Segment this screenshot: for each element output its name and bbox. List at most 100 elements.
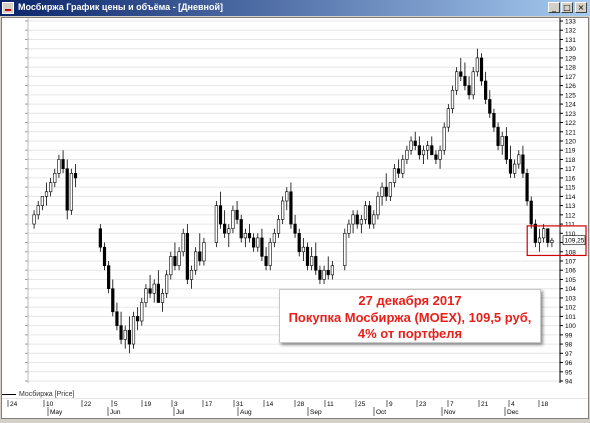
candle-body xyxy=(32,214,36,225)
price-chart[interactable]: 9495969798991001011021031041051061071081… xyxy=(2,18,588,419)
y-tick-label: 122 xyxy=(565,120,576,127)
candle-body xyxy=(430,145,434,156)
y-tick-label: 105 xyxy=(565,277,576,284)
candle-body xyxy=(442,126,446,151)
candle-body xyxy=(305,246,310,266)
candle-body xyxy=(40,196,44,206)
y-tick-label: 115 xyxy=(565,185,576,192)
candle-body xyxy=(36,205,40,216)
candle-body xyxy=(177,251,181,266)
candle-body xyxy=(272,233,276,243)
y-tick-label: 125 xyxy=(565,92,576,99)
x-month-label: Dec xyxy=(507,409,519,416)
candle-body xyxy=(533,223,537,243)
candle-body xyxy=(136,316,140,322)
y-tick-label: 119 xyxy=(565,148,576,155)
candle-body xyxy=(455,71,459,91)
candle-body xyxy=(185,233,189,280)
y-tick-label: 97 xyxy=(565,351,573,358)
x-day-label: 7 xyxy=(450,401,454,408)
candle-body xyxy=(359,219,363,225)
candle-body xyxy=(140,302,144,322)
callout-date: 27 декабря 2017 xyxy=(358,293,462,308)
chart-area[interactable]: 94 95 96 97 98 99 100 101 102 103 104 105 106 107 108 1… xyxy=(1,17,589,419)
candle-body xyxy=(98,228,102,248)
candle-body xyxy=(372,214,376,225)
candle-body xyxy=(314,256,318,271)
x-month-label: Oct xyxy=(376,409,386,416)
y-tick-label: 129 xyxy=(565,55,576,62)
candle-body xyxy=(152,283,156,294)
candle-body xyxy=(69,173,73,211)
candle-body xyxy=(475,57,479,73)
candle-body xyxy=(500,136,504,146)
candle-body xyxy=(127,329,131,345)
candle-body xyxy=(289,191,293,225)
y-tick-label: 114 xyxy=(565,194,576,201)
candle-body xyxy=(243,233,247,239)
candle-body xyxy=(384,186,388,197)
y-tick-label: 120 xyxy=(565,139,576,146)
x-day-label: 28 xyxy=(297,401,305,408)
x-month-label: Jul xyxy=(176,409,185,416)
candle-body xyxy=(446,108,450,128)
candle-body xyxy=(421,149,426,156)
candle-body xyxy=(376,196,380,216)
candle-body xyxy=(380,186,384,197)
x-day-label: 4 xyxy=(511,401,515,408)
window-title: Мосбиржа График цены и объёма - [Дневной… xyxy=(18,2,223,12)
y-tick-label: 126 xyxy=(565,83,576,90)
candle-body xyxy=(550,239,554,243)
candle-body xyxy=(368,205,372,225)
candle-body xyxy=(529,200,533,225)
candle-body xyxy=(488,99,492,114)
minimize-button[interactable]: _ xyxy=(548,2,560,13)
y-tick-label: 118 xyxy=(565,157,576,164)
candle-body xyxy=(65,168,69,211)
y-tick-label: 113 xyxy=(565,203,576,210)
y-tick-label: 107 xyxy=(565,259,576,266)
candle-body xyxy=(401,159,405,174)
candle-body xyxy=(235,209,239,220)
candle-body xyxy=(438,149,442,160)
candle-body xyxy=(492,113,496,128)
candle-body xyxy=(247,233,252,239)
maximize-button[interactable]: □ xyxy=(561,2,573,13)
y-tick-label: 104 xyxy=(565,286,576,293)
x-day-label: 17 xyxy=(205,401,213,408)
candle-body xyxy=(111,288,115,313)
x-month-label: May xyxy=(50,409,63,416)
candle-body xyxy=(148,288,152,294)
legend-label: Мосбиржа [Price] xyxy=(19,391,75,398)
candle-body xyxy=(297,233,301,253)
candle-body xyxy=(239,219,243,239)
y-tick-label: 123 xyxy=(565,111,576,118)
candle-body xyxy=(330,265,334,276)
x-month-label: Aug xyxy=(240,409,252,416)
candle-body xyxy=(256,237,260,248)
candle-body xyxy=(521,154,525,174)
candle-body xyxy=(156,283,160,303)
y-tick-label: 94 xyxy=(565,379,573,386)
close-button[interactable]: × xyxy=(575,2,587,13)
y-tick-label: 117 xyxy=(565,166,576,173)
title-bar[interactable]: Мосбиржа График цены и объёма - [Дневной… xyxy=(0,0,590,16)
candle-body xyxy=(542,228,546,239)
candle-body xyxy=(264,256,268,266)
x-day-label: 10 xyxy=(46,401,54,408)
y-tick-label: 116 xyxy=(565,175,576,182)
candle-body xyxy=(355,214,359,225)
candle-body xyxy=(165,274,169,294)
y-tick-label: 121 xyxy=(565,129,576,136)
candle-body xyxy=(392,168,397,183)
candle-body xyxy=(285,191,289,202)
y-tick-label: 99 xyxy=(565,332,573,339)
candle-body xyxy=(434,154,438,160)
y-tick-label: 124 xyxy=(565,102,576,109)
candle-body xyxy=(513,163,517,174)
candle-body xyxy=(450,89,455,109)
candle-body xyxy=(61,159,65,169)
x-day-label: 24 xyxy=(10,401,18,408)
candle-body xyxy=(459,71,463,77)
candle-body xyxy=(347,223,351,234)
